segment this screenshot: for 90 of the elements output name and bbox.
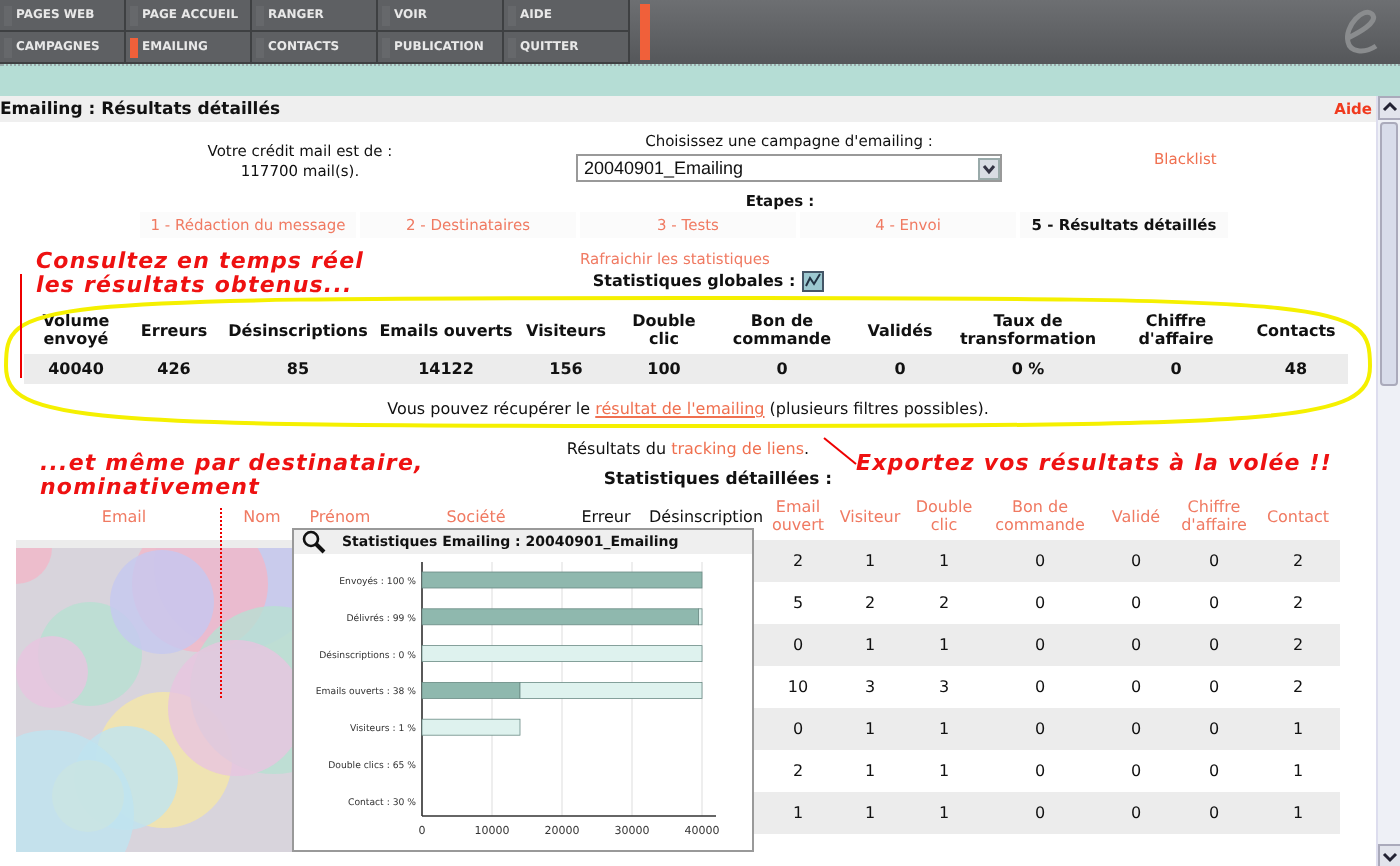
table-cell: 1	[908, 708, 980, 750]
table-cell: 0	[1172, 708, 1256, 750]
table-cell: 0	[980, 624, 1100, 666]
column-header: Bon de commande	[980, 492, 1100, 540]
column-header: Visiteur	[832, 492, 908, 540]
table-cell: 2	[764, 750, 832, 792]
column-header: Bon de commande	[712, 306, 852, 354]
column-header: Volume envoyé	[24, 306, 128, 354]
column-header: Visiteurs	[516, 306, 616, 354]
table-cell: 1	[832, 792, 908, 834]
table-cell: 0	[1172, 624, 1256, 666]
table-cell: 1	[1256, 750, 1340, 792]
table-cell: 426	[128, 354, 220, 384]
table-cell: 1	[908, 624, 980, 666]
campaign-select[interactable]: 20040901_Emailing	[576, 154, 1002, 182]
table-cell: 0	[980, 708, 1100, 750]
column-header: Erreurs	[128, 306, 220, 354]
table-cell: 0	[1100, 666, 1172, 708]
column-header: Erreur	[579, 505, 633, 529]
export-sentence: Vous pouvez récupérer le résultat de l'emailing (plusieurs filtres possibles).	[387, 400, 989, 418]
table-cell: 1	[832, 708, 908, 750]
table-cell: 1	[1256, 708, 1340, 750]
results-link[interactable]: résultat de l'emailing	[595, 400, 765, 418]
table-cell: 48	[1244, 354, 1348, 384]
table-cell: 0	[1172, 582, 1256, 624]
table-cell: 0	[1172, 750, 1256, 792]
column-header: Chiffre d'affaire	[1172, 492, 1256, 540]
table-cell: 0	[1108, 354, 1244, 384]
table-cell: 0	[1100, 792, 1172, 834]
table-cell: 0	[764, 624, 832, 666]
table-cell: 10	[764, 666, 832, 708]
table-cell: 0	[764, 708, 832, 750]
column-header: Validés	[852, 306, 948, 354]
column-header: Validé	[1100, 492, 1172, 540]
table-cell: 0	[1100, 750, 1172, 792]
column-header: Contacts	[1244, 306, 1348, 354]
table-cell: 0	[980, 582, 1100, 624]
table-cell: 2	[908, 582, 980, 624]
table-cell: 1	[764, 792, 832, 834]
section-title: Statistiques globales :	[592, 272, 796, 290]
table-cell: 0 %	[948, 354, 1108, 384]
table-cell: 1	[908, 540, 980, 582]
table-cell: 1	[832, 624, 908, 666]
table-cell: 0	[1100, 582, 1172, 624]
table-cell: 2	[1256, 666, 1340, 708]
table-cell: 2	[1256, 582, 1340, 624]
table-cell: 1	[908, 750, 980, 792]
table-cell: 2	[1256, 540, 1340, 582]
table-cell: 2	[764, 540, 832, 582]
annotation-text: Exportez vos résultats à la volée !!	[856, 452, 1333, 476]
table-cell: 40040	[24, 354, 128, 384]
table-cell: 0	[1100, 708, 1172, 750]
column-header: Double clic	[616, 306, 712, 354]
column-header: Société	[444, 505, 508, 529]
table-cell: 0	[980, 750, 1100, 792]
table-cell: 0	[852, 354, 948, 384]
table-cell: 3	[832, 666, 908, 708]
table-cell: 156	[516, 354, 616, 384]
table-cell: 5	[764, 582, 832, 624]
column-header: Chiffre d'affaire	[1108, 306, 1244, 354]
table-cell: 1	[908, 792, 980, 834]
table-cell: 85	[220, 354, 376, 384]
table-cell: 3	[908, 666, 980, 708]
table-cell: 2	[832, 582, 908, 624]
tracking-link[interactable]: tracking de liens	[671, 440, 805, 458]
annotation-text: Consultez en temps réel les résultats obtenus...	[36, 250, 367, 298]
table-cell: 2	[1256, 624, 1340, 666]
column-header: Email ouvert	[764, 492, 832, 540]
table-cell: 14122	[376, 354, 516, 384]
page-title: Emailing : Résultats détaillés	[0, 99, 281, 119]
column-header: Contact	[1256, 492, 1340, 540]
table-cell: 0	[980, 540, 1100, 582]
table-cell: 0	[1172, 666, 1256, 708]
column-header: Taux de transformation	[948, 306, 1108, 354]
column-header: Double clic	[908, 492, 980, 540]
column-header: Emails ouverts	[376, 306, 516, 354]
section-title: Statistiques détaillées :	[603, 470, 833, 490]
table-cell: 1	[832, 540, 908, 582]
table-cell: 1	[832, 750, 908, 792]
table-cell: 100	[616, 354, 712, 384]
tracking-sentence: Résultats du tracking de liens.	[566, 440, 810, 458]
table-cell: 0	[712, 354, 852, 384]
table-cell: 0	[1100, 540, 1172, 582]
table-cell: 0	[1172, 540, 1256, 582]
table-cell: 0	[1100, 624, 1172, 666]
table-cell: 0	[1172, 792, 1256, 834]
table-cell: 0	[980, 792, 1100, 834]
table-cell: 0	[980, 666, 1100, 708]
column-header: Désinscriptions	[220, 306, 376, 354]
table-cell: 1	[1256, 792, 1340, 834]
